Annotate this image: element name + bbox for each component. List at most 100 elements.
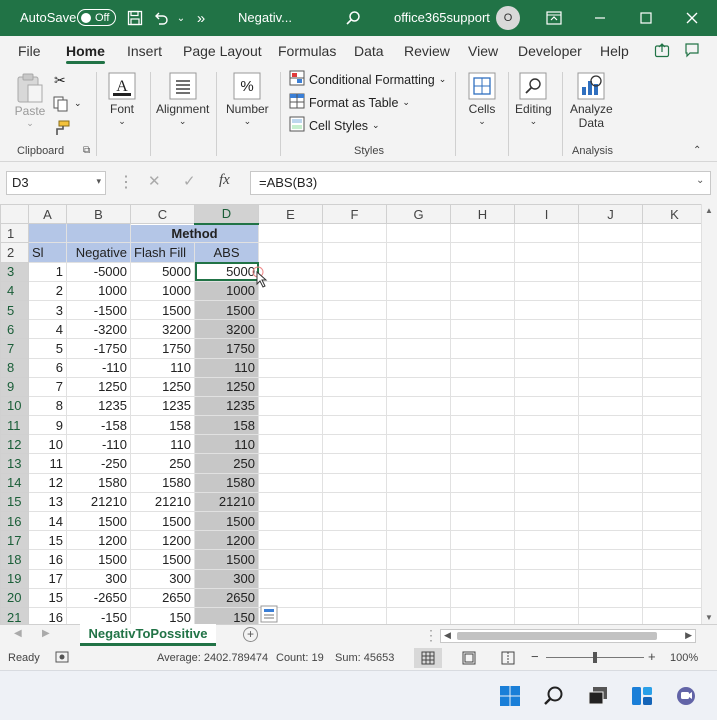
cell[interactable] <box>386 357 451 378</box>
save-icon[interactable] <box>124 7 146 29</box>
cell[interactable] <box>642 472 707 493</box>
cell[interactable] <box>322 376 387 397</box>
cell-abs[interactable]: 1750 <box>194 338 259 359</box>
cell-sl[interactable]: 15 <box>28 530 67 551</box>
cell[interactable] <box>450 530 515 551</box>
column-header-h[interactable]: H <box>450 204 515 225</box>
cancel-icon[interactable]: ✕ <box>148 172 161 190</box>
cell[interactable] <box>386 261 451 282</box>
cell-flash-fill[interactable]: 1750 <box>130 338 195 359</box>
tab-developer[interactable]: Developer <box>518 43 582 59</box>
cell[interactable] <box>322 491 387 513</box>
cell[interactable] <box>514 299 579 321</box>
cell[interactable] <box>642 415 707 436</box>
cell[interactable] <box>258 357 323 378</box>
cell[interactable] <box>258 338 323 359</box>
cell-abs[interactable]: 300 <box>194 568 259 589</box>
cell[interactable] <box>322 568 387 589</box>
column-header-i[interactable]: I <box>514 204 579 225</box>
cell-flash-fill[interactable]: 21210 <box>130 491 195 513</box>
cell-flash-fill[interactable]: 1250 <box>130 376 195 397</box>
cell[interactable] <box>322 357 387 378</box>
cell[interactable] <box>258 415 323 436</box>
cell-sl[interactable]: 5 <box>28 338 67 359</box>
cell[interactable] <box>514 223 579 244</box>
row-header[interactable]: 19 <box>0 568 29 589</box>
cell[interactable] <box>642 223 707 244</box>
vertical-scrollbar[interactable]: ▲ ▼ <box>701 204 717 624</box>
cell[interactable] <box>322 587 387 608</box>
add-sheet-icon[interactable]: + <box>243 627 258 642</box>
cell[interactable] <box>322 338 387 359</box>
cell[interactable] <box>514 587 579 608</box>
cell-abs[interactable]: 110 <box>194 434 259 455</box>
task-view-icon[interactable] <box>585 683 611 709</box>
cell-flash-fill[interactable]: 1500 <box>130 299 195 321</box>
cell-flash-fill[interactable]: 250 <box>130 453 195 474</box>
row-header[interactable]: 3 <box>0 261 29 282</box>
cell[interactable] <box>514 319 579 340</box>
row-header[interactable]: 17 <box>0 530 29 551</box>
cell[interactable] <box>578 261 643 282</box>
cell[interactable] <box>578 376 643 397</box>
cell-negative[interactable]: -2650 <box>66 587 131 608</box>
cell[interactable] <box>578 357 643 378</box>
cell[interactable] <box>514 415 579 436</box>
cell[interactable] <box>258 472 323 493</box>
cell[interactable] <box>578 223 643 244</box>
cell[interactable] <box>578 434 643 455</box>
cell[interactable] <box>322 510 387 532</box>
status-average[interactable]: Average: 2402.789474 <box>157 652 268 664</box>
cell[interactable] <box>642 587 707 608</box>
cell[interactable] <box>514 568 579 589</box>
cell[interactable] <box>642 357 707 378</box>
cell-abs[interactable]: 1250 <box>194 376 259 397</box>
avatar[interactable]: O <box>496 6 520 30</box>
cell-negative[interactable]: -250 <box>66 453 131 474</box>
cell[interactable] <box>386 491 451 513</box>
cell[interactable] <box>514 261 579 282</box>
zoom-in-icon[interactable]: + <box>648 649 656 664</box>
tab-formulas[interactable]: Formulas <box>278 43 336 59</box>
cell[interactable] <box>258 530 323 551</box>
cell[interactable] <box>514 472 579 493</box>
more-commands-icon[interactable]: » <box>190 7 212 29</box>
cell[interactable] <box>578 299 643 321</box>
cell[interactable] <box>578 568 643 589</box>
cell[interactable] <box>578 510 643 532</box>
cell[interactable] <box>642 299 707 321</box>
cell-b1[interactable] <box>66 223 131 244</box>
cell[interactable] <box>322 415 387 436</box>
cells-button[interactable]: Cells ⌄ <box>466 70 498 127</box>
zoom-slider-thumb[interactable] <box>593 652 597 663</box>
cell[interactable] <box>578 415 643 436</box>
enter-icon[interactable]: ✓ <box>183 172 196 190</box>
cell[interactable] <box>450 280 515 301</box>
tab-insert[interactable]: Insert <box>127 43 162 59</box>
cell-sl[interactable]: 1 <box>28 261 67 282</box>
zoom-level[interactable]: 100% <box>670 652 698 664</box>
cell-sl[interactable]: 9 <box>28 415 67 436</box>
cell-abs[interactable]: 1235 <box>194 395 259 417</box>
cell-negative[interactable]: 21210 <box>66 491 131 513</box>
row-header[interactable]: 8 <box>0 357 29 378</box>
cell[interactable] <box>450 491 515 513</box>
cell[interactable] <box>386 472 451 493</box>
cell[interactable] <box>258 395 323 417</box>
horizontal-scrollbar[interactable]: ◀ ▶ <box>440 629 696 643</box>
cell-styles-button[interactable]: Cell Styles ⌄ <box>289 116 380 135</box>
tab-file[interactable]: File <box>18 43 41 59</box>
cell[interactable] <box>386 415 451 436</box>
cell[interactable] <box>514 357 579 378</box>
cell[interactable] <box>258 299 323 321</box>
cell[interactable] <box>642 549 707 570</box>
cell-abs[interactable]: 1000 <box>194 280 259 301</box>
cell-flash-fill[interactable]: 1200 <box>130 530 195 551</box>
cell[interactable] <box>322 606 387 624</box>
quick-analysis-icon[interactable] <box>260 605 278 624</box>
cell-abs[interactable]: 21210 <box>194 491 259 513</box>
collapse-ribbon-icon[interactable]: ⌃ <box>693 145 701 156</box>
cell-flash-fill[interactable]: 150 <box>130 606 195 624</box>
cell[interactable] <box>578 280 643 301</box>
cell[interactable] <box>642 434 707 455</box>
